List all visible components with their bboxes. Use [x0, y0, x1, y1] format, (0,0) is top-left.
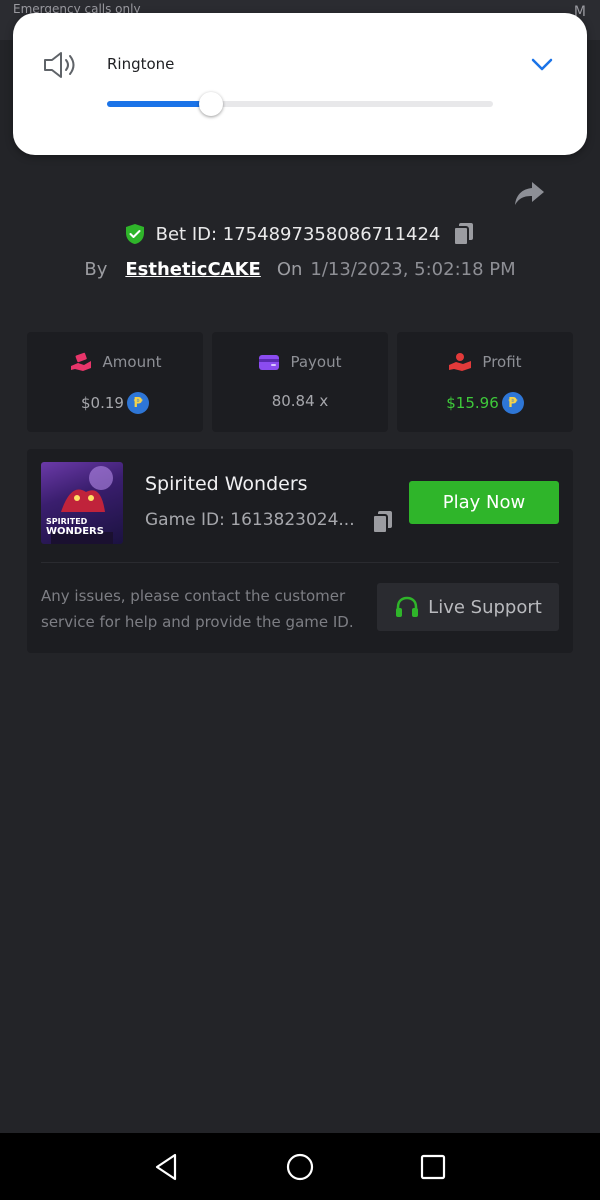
on-label: On — [276, 258, 303, 280]
home-icon[interactable] — [284, 1151, 316, 1183]
coin-icon: ₱ — [501, 392, 524, 414]
copy-icon[interactable] — [452, 221, 476, 247]
divider — [41, 562, 559, 563]
chevron-down-icon[interactable] — [529, 53, 555, 75]
volume-stream-label: Ringtone — [107, 55, 175, 73]
game-title: Spirited Wonders — [145, 473, 308, 495]
thumb-title-line2: WONDERS — [46, 526, 104, 537]
volume-panel: Ringtone — [13, 13, 587, 155]
shield-check-icon — [125, 224, 144, 244]
play-now-button[interactable]: Play Now — [409, 481, 559, 524]
payout-value: 80.84 x — [271, 392, 329, 410]
amount-value: $0.19 — [81, 394, 124, 412]
game-panel: SPIRITED WONDERS Spirited Wonders Game I… — [27, 449, 573, 653]
copy-icon[interactable] — [371, 509, 395, 535]
amount-label: Amount — [102, 353, 162, 371]
bet-id-text: Bet ID: 1754897358086711424 — [155, 223, 441, 245]
thumb-title-line1: SPIRITED — [46, 517, 88, 526]
money-hand-icon — [70, 352, 91, 371]
bet-datetime: 1/13/2023, 5:02:18 PM — [310, 258, 516, 280]
wallet-icon — [259, 355, 280, 370]
issues-text: Any issues, please contact the customer … — [41, 587, 354, 631]
by-label: By — [84, 258, 108, 280]
username-link[interactable]: EstheticCAKE — [125, 259, 260, 280]
profit-hand-icon — [449, 353, 472, 371]
headset-icon — [396, 596, 419, 617]
profit-card: Profit $15.96 ₱ — [397, 332, 573, 432]
volume-slider-thumb[interactable] — [199, 92, 224, 116]
amount-card: Amount $0.19 ₱ — [27, 332, 203, 432]
back-icon[interactable] — [151, 1151, 183, 1183]
live-support-button[interactable]: Live Support — [377, 583, 559, 631]
live-support-label: Live Support — [428, 596, 542, 618]
game-id-text: Game ID: 1613823024... — [145, 510, 355, 530]
game-thumbnail[interactable]: SPIRITED WONDERS — [41, 462, 123, 544]
recents-icon[interactable] — [417, 1151, 449, 1183]
volume-slider-fill — [107, 101, 212, 107]
system-nav-bar — [0, 1133, 600, 1200]
share-icon[interactable] — [512, 178, 546, 208]
payout-card: Payout 80.84 x — [212, 332, 388, 432]
bet-id-row: Bet ID: 1754897358086711424 — [0, 218, 600, 250]
coin-icon: ₱ — [126, 392, 149, 414]
bet-author-row: By EstheticCAKE On 1/13/2023, 5:02:18 PM — [0, 254, 600, 284]
payout-label: Payout — [290, 353, 342, 371]
profit-value: $15.96 — [446, 394, 499, 412]
volume-slider-track[interactable] — [107, 92, 493, 116]
speaker-icon[interactable] — [41, 49, 81, 81]
profit-label: Profit — [482, 353, 522, 371]
